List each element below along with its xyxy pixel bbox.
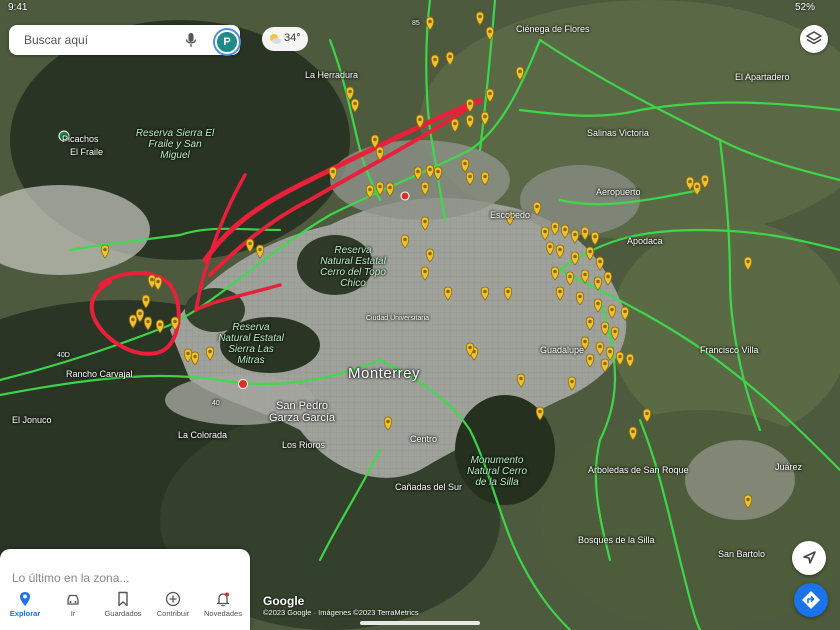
tab-label: Guardados bbox=[104, 609, 142, 618]
layers-button[interactable] bbox=[800, 25, 828, 53]
place-label: La Herradura bbox=[305, 70, 359, 80]
pin-icon bbox=[20, 592, 30, 606]
place-label: Cañadas del Sur bbox=[395, 482, 463, 492]
bell-icon bbox=[216, 592, 230, 607]
route-shield: 40 bbox=[212, 400, 220, 407]
city-label: Monterrey bbox=[348, 365, 421, 382]
place-label: Guadalupe bbox=[540, 345, 585, 355]
place-label: Arboledas de San Roque bbox=[588, 465, 689, 475]
place-label: Picachos bbox=[62, 134, 99, 144]
my-location-button[interactable] bbox=[792, 541, 826, 575]
avatar[interactable]: P bbox=[215, 30, 239, 54]
park-label: Reserva Natural Estatal Sierra Las Mitra… bbox=[218, 322, 284, 366]
place-label: Salinas Victoria bbox=[587, 128, 649, 138]
place-label: San Pedro Garza García bbox=[268, 400, 336, 424]
microphone-icon[interactable] bbox=[185, 32, 197, 48]
search-input[interactable]: Buscar aquí bbox=[24, 33, 88, 47]
tab-ir[interactable]: Ir bbox=[48, 588, 98, 628]
place-label: San Bartolo bbox=[718, 549, 766, 559]
latest-in-area-label: Lo último en la zona... bbox=[12, 571, 130, 585]
battery-level: 52% bbox=[795, 2, 816, 13]
tab-explorar[interactable]: Explorar bbox=[0, 588, 50, 628]
route-shield: 40D bbox=[57, 352, 70, 359]
bookmark-icon bbox=[118, 591, 128, 607]
place-label: Apodaca bbox=[627, 236, 663, 246]
tab-label: Ir bbox=[70, 609, 76, 618]
park-label: Monumento Natural Cerro de la Silla bbox=[466, 455, 528, 488]
layers-icon bbox=[806, 31, 822, 45]
search-bar[interactable]: Buscar aquí P bbox=[9, 25, 240, 55]
place-label: Los Rioros bbox=[282, 440, 326, 450]
place-label: Bosques de la Silla bbox=[578, 535, 655, 545]
place-label: El Jonuco bbox=[12, 415, 52, 425]
home-indicator bbox=[360, 621, 480, 625]
tab-novedades[interactable]: Novedades bbox=[198, 588, 248, 628]
place-label: Aeropuerto bbox=[596, 187, 641, 197]
navigation-arrow-icon bbox=[803, 551, 816, 564]
directions-button[interactable] bbox=[794, 583, 828, 617]
bottom-tab-bar: Explorar Ir Guardados Contribuir Novedad… bbox=[0, 586, 250, 630]
route-shield: 85 bbox=[412, 20, 420, 27]
place-label: Rancho Carvajal bbox=[66, 369, 133, 379]
tab-label: Contribuir bbox=[156, 609, 190, 618]
place-label: Ciénega de Flores bbox=[516, 24, 590, 34]
google-logo: Google bbox=[263, 594, 305, 608]
plus-circle-icon bbox=[165, 591, 181, 607]
park-label: Reserva Sierra El Fraile y San Miguel bbox=[135, 128, 215, 161]
place-label: Escobedo bbox=[490, 210, 531, 220]
car-icon bbox=[67, 594, 79, 605]
place-label: Centro bbox=[410, 434, 438, 444]
tab-guardados[interactable]: Guardados bbox=[98, 588, 148, 628]
tab-contribuir[interactable]: Contribuir bbox=[148, 588, 198, 628]
place-label: La Colorada bbox=[178, 430, 228, 440]
status-time: 9:41 bbox=[8, 2, 28, 13]
directions-icon bbox=[802, 591, 820, 609]
place-label: El Fraile bbox=[70, 147, 104, 157]
map-attribution[interactable]: ©2023 Google · Imágenes ©2023 TerraMetri… bbox=[263, 608, 419, 617]
tab-label: Explorar bbox=[9, 609, 41, 618]
temperature: 34° bbox=[284, 32, 301, 44]
place-label: Ciudad Universitaria bbox=[366, 315, 430, 322]
tab-label: Novedades bbox=[204, 609, 242, 618]
sun-cloud-icon bbox=[270, 34, 281, 44]
place-label: Juárez bbox=[775, 462, 803, 472]
place-label: El Apartadero bbox=[735, 72, 790, 82]
place-label: Francisco Villa bbox=[700, 345, 759, 355]
weather-chip[interactable]: 34° bbox=[262, 27, 308, 51]
park-label: Reserva Natural Estatal Cerro del Topo C… bbox=[320, 245, 386, 289]
